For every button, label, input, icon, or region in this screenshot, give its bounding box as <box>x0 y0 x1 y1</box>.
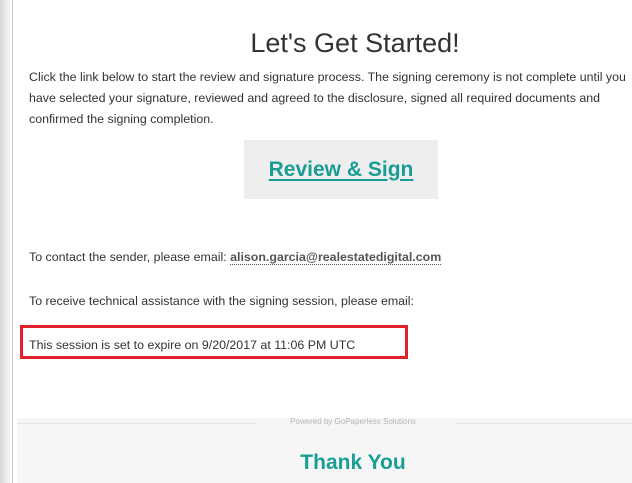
page-title: Let's Get Started! <box>250 28 460 58</box>
contact-sender-text: To contact the sender, please email: ali… <box>29 250 442 265</box>
tech-support-text: To receive technical assistance with the… <box>29 294 414 308</box>
contact-prefix: To contact the sender, please email: <box>29 250 231 264</box>
email-body: Let's Get Started! Click the link below … <box>13 0 632 483</box>
powered-by-text: Powered by GoPaperless Solutions <box>290 417 416 426</box>
thank-you-heading: Thank You <box>300 451 406 474</box>
sender-email-link[interactable]: alison.garcia@realestatedigital.com <box>230 250 442 265</box>
review-sign-link[interactable]: Review & Sign <box>269 158 414 182</box>
email-window: Let's Get Started! Click the link below … <box>0 0 632 483</box>
review-sign-container: Review & Sign <box>244 140 438 199</box>
session-expiration-text: This session is set to expire on 9/20/20… <box>29 338 356 352</box>
footer: Powered by GoPaperless Solutions Thank Y… <box>17 417 632 483</box>
window-shadow <box>0 0 12 483</box>
intro-text: Click the link below to start the review… <box>29 70 626 126</box>
